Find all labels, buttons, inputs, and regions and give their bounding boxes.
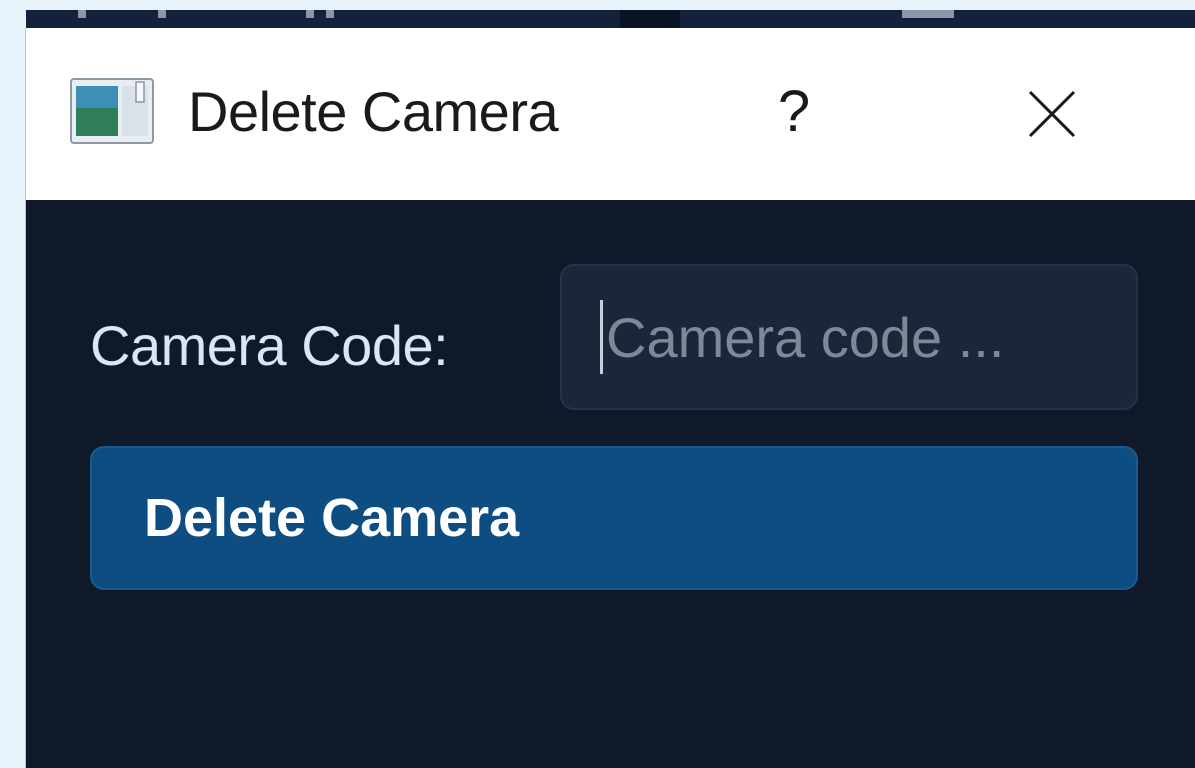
dialog-titlebar[interactable]: Delete Camera ? [26, 28, 1195, 200]
delete-camera-dialog: Delete Camera ? Camera Code: Delete Came… [26, 28, 1195, 768]
background-window-strip [26, 10, 1195, 28]
screen: Delete Camera ? Camera Code: Delete Came… [0, 0, 1195, 768]
help-button[interactable]: ? [764, 72, 824, 152]
text-caret [600, 300, 603, 374]
close-icon[interactable] [1022, 84, 1082, 144]
delete-camera-button[interactable]: Delete Camera [90, 446, 1138, 590]
dialog-title: Delete Camera [188, 80, 559, 143]
background-detail [326, 10, 334, 18]
background-detail [902, 10, 954, 18]
background-detail [306, 10, 314, 18]
camera-code-input[interactable] [560, 264, 1138, 410]
camera-code-label: Camera Code: [90, 314, 449, 377]
background-detail [78, 10, 86, 18]
window-app-icon [70, 78, 154, 144]
background-detail [620, 10, 680, 28]
background-detail [158, 10, 166, 18]
